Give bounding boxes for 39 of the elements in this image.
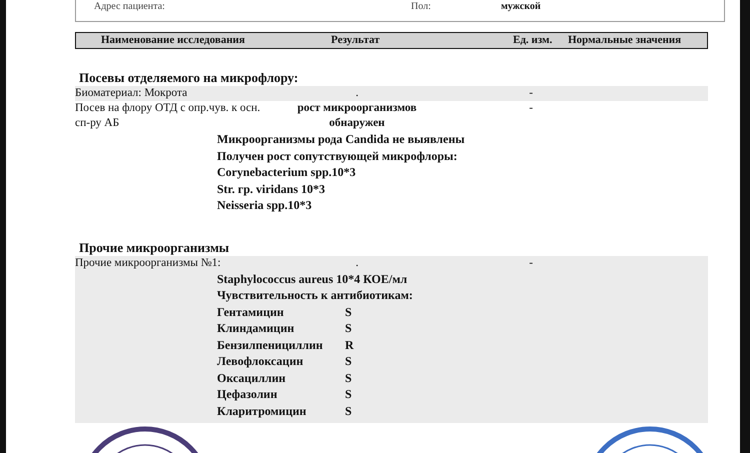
antibiotic-name: Цефазолин [217,386,278,402]
column-header: Нормальные значения [568,34,682,47]
test-name: Прочие микроорганизмы №1: [75,256,222,270]
unit-value: - [528,256,533,270]
unit-value: - [528,101,533,116]
sensitivity-value: R [345,336,355,353]
sensitivity-value: S [345,353,353,370]
finding-text: Corynebacterium spp.10*3 [216,164,357,180]
finding-text: Микроорганизмы рода Candida не выявлены [216,131,466,148]
test-name: Посев на флору ОТД с опр.чув. к осн. сп-ру АБ [75,101,262,131]
finding-text: Staphylococcus aureus 10*4 КОЕ/мл [216,270,408,287]
section-title: Прочие микроорганизмы [78,240,230,256]
finding-text: Str. гр. viridans 10*3 [216,180,326,197]
antibiotic-name: Оксациллин [217,370,287,386]
result-value: . [354,86,360,101]
unit-value: - [528,86,533,101]
finding-text: Чувствительность к антибиотикам: [216,287,414,304]
sensitivity-value: S [345,370,353,386]
sensitivity-value: S [345,402,353,419]
antibiotic-name: Левофлоксацин [217,353,304,370]
section-title: Посевы отделяемого на микрофлору: [78,70,300,86]
sensitivity-value: S [345,320,353,336]
column-header: Ед. изм. [513,34,554,47]
antibiotic-name: Кларитромицин [217,402,308,419]
column-header: Наименование исследования [101,34,246,47]
antibiotic-name: Гентамицин [217,304,285,320]
result-value: рост микроорганизмов обнаружен [296,101,418,131]
sex-value: мужской [501,0,542,12]
sex-label: Пол: [411,0,432,12]
antibiotic-name: Клиндамицин [217,320,296,336]
sensitivity-value: S [345,386,353,402]
result-value: . [354,256,360,270]
address-label: Адрес пациента: [94,0,166,12]
sensitivity-value: S [345,304,353,320]
test-name: Биоматериал: Мокрота [75,86,188,101]
column-header: Результат [331,34,381,47]
antibiotic-name: Бензилпенициллин [217,336,324,353]
finding-text: Получен рост сопутствующей микрофлоры: [216,148,458,164]
finding-text: Neisseria spp.10*3 [216,197,313,214]
